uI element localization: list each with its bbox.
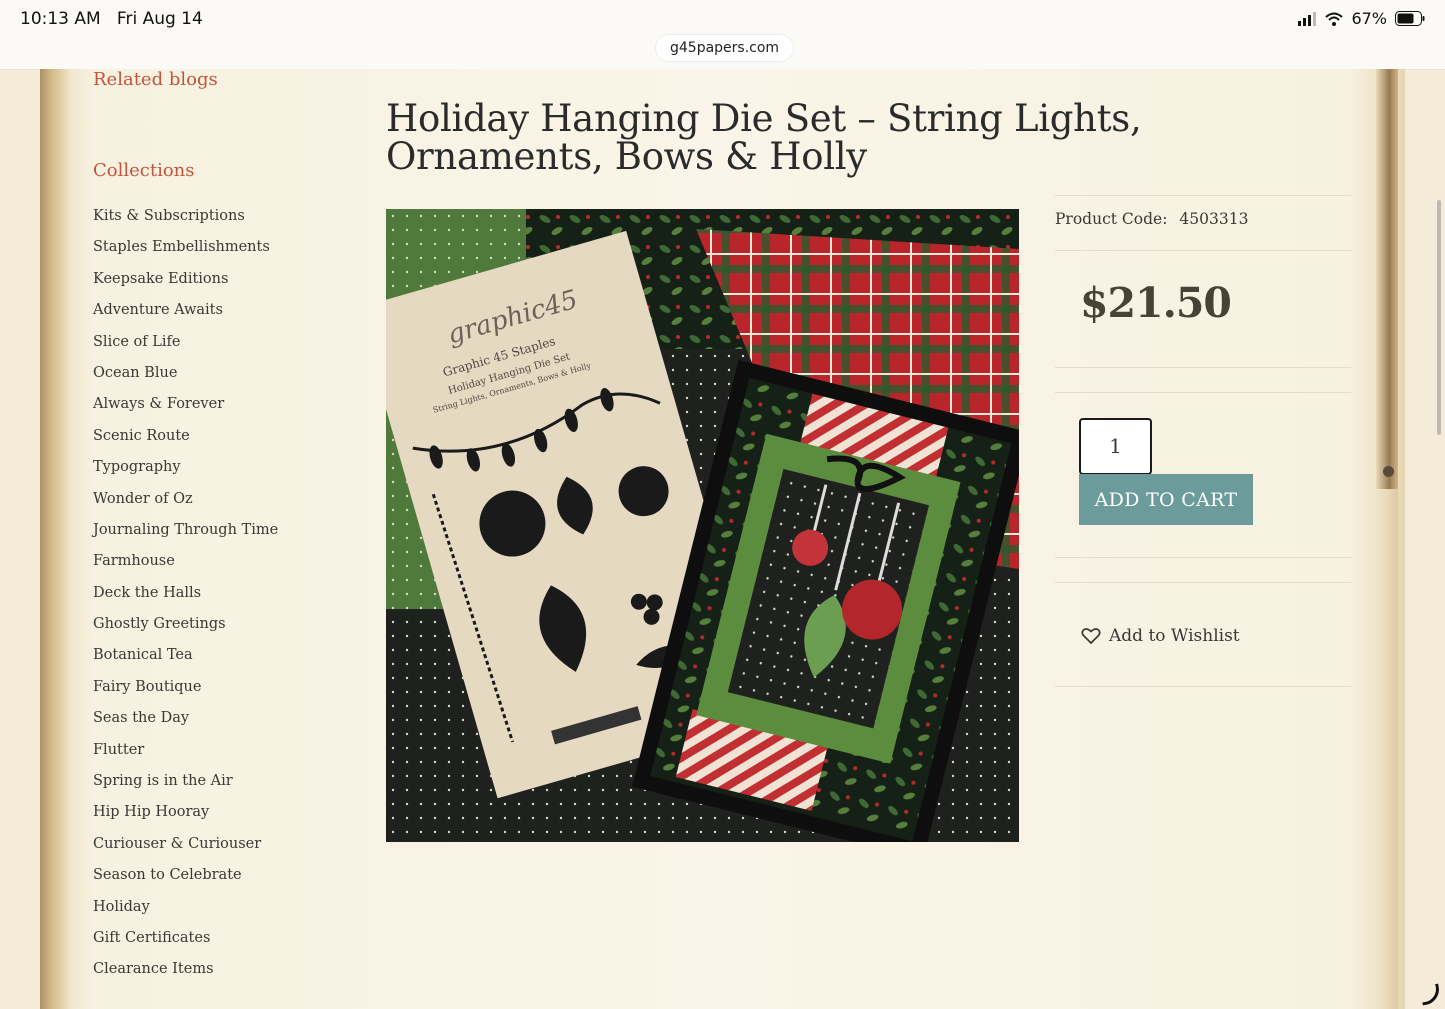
product-price: $21.50 [1080,279,1232,327]
battery-percent: 67% [1351,9,1387,28]
collection-link[interactable]: Keepsake Editions [93,269,278,300]
divider [1055,367,1351,368]
collection-link[interactable]: Hip Hip Hooray [93,802,278,833]
collection-link[interactable]: Staples Embellishments [93,237,278,268]
divider [1055,557,1351,558]
quantity-input[interactable]: 1 [1079,418,1152,475]
collections-list: Kits & Subscriptions Staples Embellishme… [93,206,278,991]
collection-link[interactable]: Ghostly Greetings [93,614,278,645]
product-code-value: 4503313 [1179,210,1249,228]
status-bar: 10:13 AM Fri Aug 14 67% g45papers.com [0,0,1445,70]
collection-link[interactable]: Deck the Halls [93,583,278,614]
signal-icon [1298,11,1317,26]
collection-link[interactable]: Adventure Awaits [93,300,278,331]
heart-icon [1081,628,1101,645]
add-to-wishlist-link[interactable]: Add to Wishlist [1081,626,1240,646]
collection-link[interactable]: Curiouser & Curiouser [93,834,278,865]
loading-spinner-icon [1419,983,1442,1006]
divider [1055,250,1351,251]
product-title: Holiday Hanging Die Set – String Lights,… [386,97,1142,178]
address-bar[interactable]: g45papers.com [656,35,794,61]
collection-link[interactable]: Scenic Route [93,426,278,457]
clock: 10:13 AM [20,9,101,29]
battery-icon [1395,11,1425,26]
divider [1055,392,1351,393]
wishlist-label: Add to Wishlist [1109,626,1240,646]
product-code: Product Code: 4503313 [1055,210,1248,228]
related-blogs-link[interactable]: Related blogs [93,69,218,90]
collection-link[interactable]: Flutter [93,740,278,771]
collection-link[interactable]: Botanical Tea [93,645,278,676]
collection-link[interactable]: Spring is in the Air [93,771,278,802]
collection-link[interactable]: Gift Certificates [93,928,278,959]
pin-decoration [1383,466,1394,477]
collection-link[interactable]: Journaling Through Time [93,520,278,551]
date: Fri Aug 14 [116,9,203,29]
collection-link[interactable]: Holiday [93,897,278,928]
collection-link[interactable]: Ocean Blue [93,363,278,394]
parchment-edge-right-lower [1380,489,1398,1009]
scroll-indicator[interactable] [1437,200,1441,435]
product-code-label: Product Code: [1055,210,1168,228]
collection-link[interactable]: Always & Forever [93,394,278,425]
status-time: 10:13 AM Fri Aug 14 [20,9,203,29]
collection-link[interactable]: Clearance Items [93,959,278,990]
divider [1055,582,1351,583]
product-photo-illustration: graphic45 Graphic 45 Staples Holiday Han… [386,209,1019,842]
add-to-cart-button[interactable]: ADD TO CART [1079,474,1253,525]
collection-link[interactable]: Season to Celebrate [93,865,278,896]
collection-link[interactable]: Fairy Boutique [93,677,278,708]
collection-link[interactable]: Slice of Life [93,332,278,363]
collections-heading: Collections [93,160,195,181]
collection-link[interactable]: Wonder of Oz [93,489,278,520]
divider [1055,195,1351,196]
wifi-icon [1325,12,1344,26]
collection-link[interactable]: Typography [93,457,278,488]
product-image[interactable]: graphic45 Graphic 45 Staples Holiday Han… [386,209,1019,842]
status-icons: 67% [1297,9,1425,28]
collection-link[interactable]: Seas the Day [93,708,278,739]
collection-link[interactable]: Farmhouse [93,551,278,582]
collection-link[interactable]: Kits & Subscriptions [93,206,278,237]
divider [1055,686,1351,687]
parchment-edge-left [40,69,70,1009]
parchment-edge-right [1376,69,1398,489]
